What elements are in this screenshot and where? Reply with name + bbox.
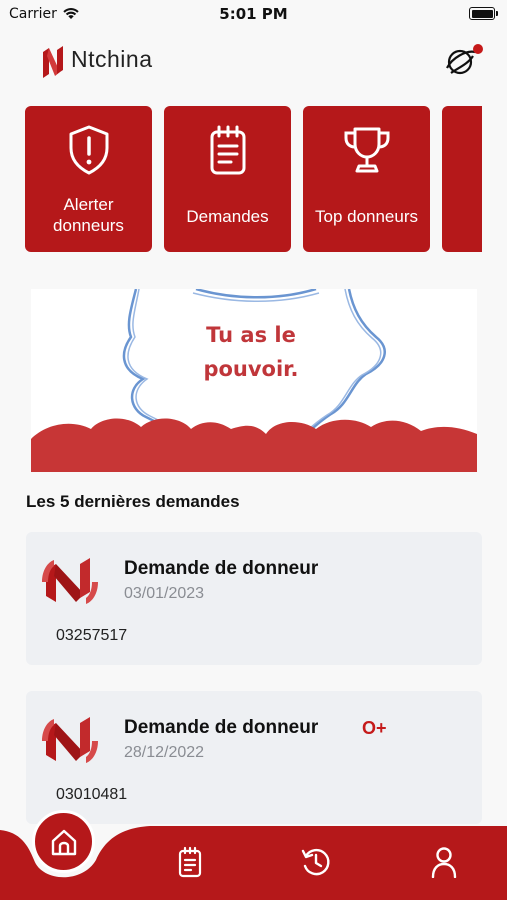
blood-type-badge: O+ [362, 718, 387, 738]
ntchina-logo-icon [42, 558, 98, 604]
request-card[interactable]: Demande de donneur 03/01/2023 03257517 [26, 532, 482, 665]
alert-donors-tile[interactable]: Alerter donneurs [25, 106, 152, 252]
request-card[interactable]: Demande de donneur O+ 28/12/2022 0301048… [26, 691, 482, 824]
banner-text-line1: Tu as le [206, 323, 296, 347]
ntchina-logo-icon [43, 46, 63, 78]
tab-requests[interactable] [168, 840, 212, 884]
requests-label: Demandes [186, 207, 269, 226]
requests-tile[interactable]: Demandes [164, 106, 291, 252]
request-date: 03/01/2023 [124, 585, 205, 602]
clock: 5:01 PM [219, 5, 288, 23]
app-header: Ntchina [0, 38, 507, 88]
tab-profile[interactable] [422, 840, 466, 884]
tab-home[interactable] [32, 810, 95, 873]
alert-shield-icon [25, 124, 152, 176]
alert-donors-label-line2: donneurs [53, 216, 124, 235]
home-icon [51, 829, 76, 855]
more-actions-tile[interactable] [442, 106, 482, 252]
history-icon [301, 848, 330, 876]
notification-badge [473, 44, 483, 54]
top-donors-tile[interactable]: Top donneurs [303, 106, 430, 252]
battery-icon [469, 7, 498, 20]
notepad-icon [178, 846, 202, 878]
alert-donors-label-line1: Alerter [63, 195, 114, 214]
top-donors-label: Top donneurs [314, 207, 419, 226]
request-title: Demande de donneur [124, 558, 319, 579]
request-phone: 03010481 [56, 786, 128, 803]
promo-banner: Tu as le pouvoir. [31, 289, 477, 472]
banner-text-line2: pouvoir. [203, 357, 299, 381]
status-bar: Carrier 5:01 PM [0, 0, 507, 30]
request-title: Demande de donneur [124, 717, 319, 738]
request-date: 28/12/2022 [124, 744, 205, 761]
trophy-icon [303, 124, 430, 176]
request-phone: 03257517 [56, 627, 128, 644]
latest-requests-title: Les 5 dernières demandes [26, 492, 240, 511]
notepad-icon [164, 124, 291, 176]
user-icon [431, 847, 457, 878]
tab-history[interactable] [294, 840, 338, 884]
quick-actions: Alerter donneurs Demandes Top donneurs [25, 106, 482, 253]
app-title: Ntchina [71, 46, 153, 72]
ntchina-logo-icon [42, 717, 98, 763]
